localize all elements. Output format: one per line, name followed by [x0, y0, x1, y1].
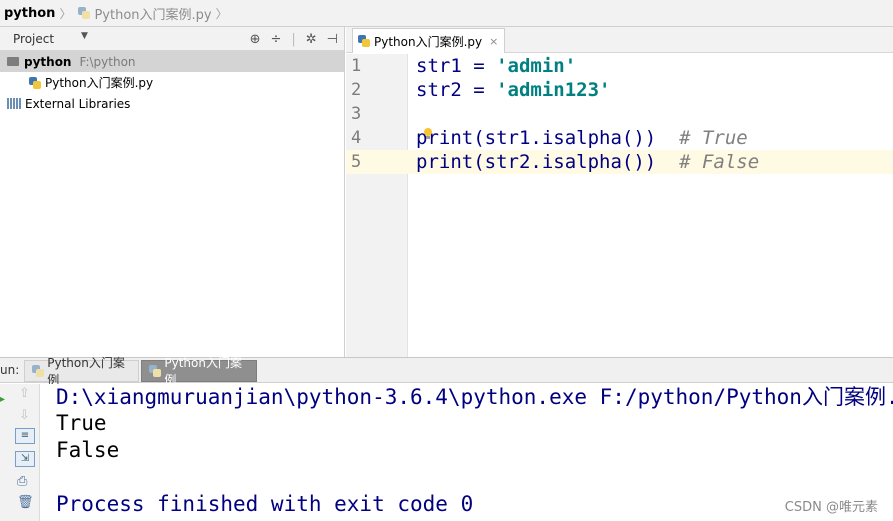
- rerun-icon[interactable]: ▸: [0, 394, 5, 405]
- project-pane: Project ▼ ⊕ ÷ | ✲ ⊣ python F:\python Pyt…: [0, 27, 345, 357]
- code-area[interactable]: 1 str1 = 'admin' 2 str2 = 'admin123' 3 4 print…: [346, 54, 893, 357]
- project-pane-header: Project ▼ ⊕ ÷ | ✲ ⊣: [0, 27, 344, 51]
- console-command-line: D:\xiangmuruanjian\python-3.6.4\python.e…: [56, 385, 893, 409]
- run-console[interactable]: D:\xiangmuruanjian\python-3.6.4\python.e…: [41, 384, 893, 521]
- collapse-all-icon[interactable]: ÷: [270, 32, 281, 47]
- chevron-right-icon: 〉: [215, 6, 228, 21]
- project-view-selector[interactable]: Project: [0, 32, 54, 46]
- library-icon: [7, 98, 21, 109]
- chevron-right-icon: 〉: [59, 6, 72, 21]
- tree-item-external-libraries[interactable]: External Libraries: [0, 93, 344, 114]
- code-line[interactable]: 2 str2 = 'admin123': [346, 78, 893, 102]
- trash-icon[interactable]: 🗑: [17, 495, 34, 510]
- code-token: (str1.isalpha()): [473, 127, 680, 149]
- run-tab-1[interactable]: Python入门案例: [24, 356, 139, 387]
- tree-item-file[interactable]: Python入门案例.py: [0, 72, 344, 93]
- locate-icon[interactable]: ⊕: [250, 32, 261, 47]
- project-root-name: python: [24, 54, 72, 69]
- code-token: 'admin123': [496, 79, 611, 101]
- line-number: 1: [351, 56, 362, 76]
- folder-icon: [7, 57, 19, 66]
- code-token: (str2.isalpha()): [473, 151, 680, 173]
- breadcrumb-file-label: Python入门案例.py: [94, 7, 212, 23]
- run-tab-bar: un: Python入门案例 Python入门案例: [0, 356, 893, 387]
- code-token: # True: [679, 127, 748, 149]
- soft-wrap-icon[interactable]: ≡: [15, 428, 35, 444]
- code-text: str1 = 'admin': [416, 54, 576, 78]
- editor-tab-file[interactable]: Python入门案例.py ×: [352, 28, 506, 53]
- code-text: print(str2.isalpha()) # False: [416, 150, 759, 174]
- libraries-label: External Libraries: [25, 96, 131, 111]
- line-number: 2: [351, 80, 362, 100]
- tree-item-project-root[interactable]: python F:\python: [0, 51, 344, 72]
- editor-tab-label: Python入门案例.py: [374, 34, 483, 49]
- code-line[interactable]: 4 print(str1.isalpha()) # True: [346, 126, 893, 150]
- code-line[interactable]: 3: [346, 102, 893, 126]
- breadcrumb-file[interactable]: Python入门案例.py: [77, 4, 212, 23]
- gear-icon[interactable]: ✲: [306, 32, 317, 47]
- code-line[interactable]: 1 str1 = 'admin': [346, 54, 893, 78]
- code-editor: Python入门案例.py × 1 str1 = 'admin' 2 str2 = '…: [346, 27, 893, 357]
- scroll-to-end-icon[interactable]: ⇲: [15, 451, 35, 467]
- python-file-icon: [357, 34, 371, 48]
- run-tab-2[interactable]: Python入门案例: [141, 356, 257, 387]
- code-text: str2 = 'admin123': [416, 78, 610, 102]
- python-file-icon: [31, 364, 44, 378]
- navigation-bar: python 〉 Python入门案例.py 〉: [0, 0, 893, 27]
- tree-file-label: Python入门案例.py: [45, 76, 154, 90]
- run-tab-label: Python入门案例: [47, 356, 125, 387]
- close-icon[interactable]: ×: [489, 35, 498, 48]
- code-token: str2 =: [416, 79, 497, 101]
- breadcrumb: python 〉 Python入门案例.py 〉: [0, 0, 234, 27]
- code-text: print(str1.isalpha()) # True: [416, 126, 748, 150]
- python-file-icon: [148, 364, 161, 378]
- code-line[interactable]: 5 print(str2.isalpha()) # False: [346, 150, 893, 174]
- hide-pane-icon[interactable]: ⊣: [327, 32, 338, 47]
- line-number: 4: [351, 128, 362, 148]
- project-toolbar: ⊕ ÷ | ✲ ⊣: [250, 27, 338, 51]
- console-exit-line: Process finished with exit code 0: [56, 492, 474, 516]
- run-tab-label: Python入门案例: [164, 356, 242, 387]
- code-token: str1 =: [416, 55, 497, 77]
- toolbar-divider: |: [291, 31, 296, 47]
- arrow-down-icon[interactable]: ⇩: [19, 408, 30, 423]
- chevron-down-icon[interactable]: ▼: [81, 31, 88, 41]
- breadcrumb-project[interactable]: python: [0, 6, 55, 21]
- code-token: 'admin': [496, 55, 577, 77]
- console-output-line: True: [56, 411, 107, 435]
- line-number: 3: [351, 104, 362, 124]
- editor-tab-bar: Python入门案例.py ×: [346, 27, 893, 53]
- python-file-icon: [77, 6, 91, 20]
- code-token: print: [416, 151, 474, 173]
- lightbulb-icon[interactable]: [423, 128, 433, 140]
- run-toolbar: ⇧ ⇩ ≡ ⇲ ⎙ 🗑 ▸: [0, 384, 40, 521]
- line-number: 5: [351, 152, 362, 172]
- console-output-line: False: [56, 438, 120, 462]
- python-file-icon: [28, 76, 42, 90]
- print-icon[interactable]: ⎙: [17, 474, 27, 489]
- watermark: CSDN @唯元素: [784, 500, 878, 515]
- run-label: un:: [0, 363, 20, 377]
- project-root-path: F:\python: [79, 54, 136, 69]
- arrow-up-icon[interactable]: ⇧: [19, 386, 30, 401]
- code-token: # False: [679, 151, 760, 173]
